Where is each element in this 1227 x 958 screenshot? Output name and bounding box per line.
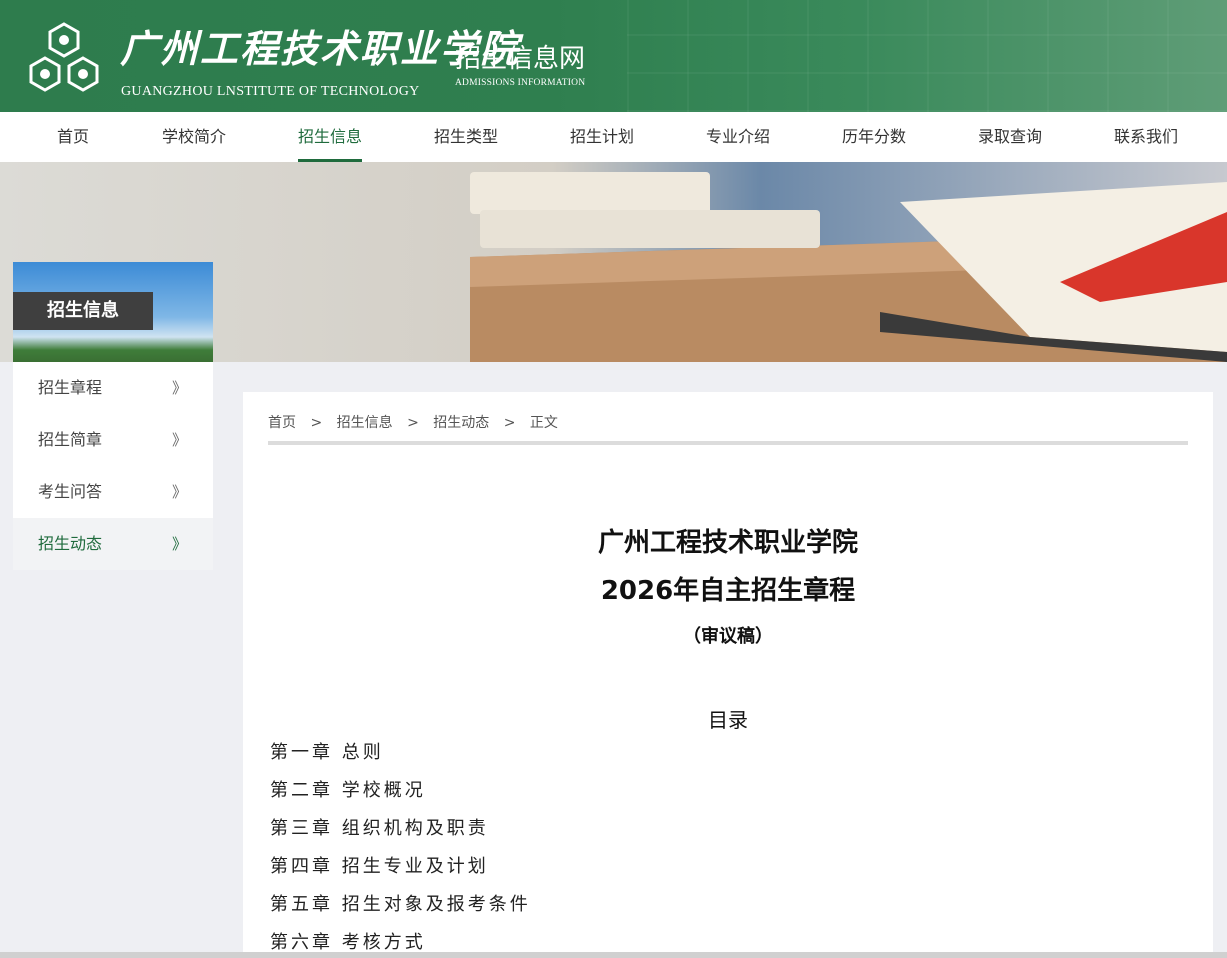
article-content: 首页 > 招生信息 > 招生动态 > 正文 广州工程技术职业学院 2026年自主… [243,392,1213,958]
horizontal-scrollbar[interactable] [0,952,1227,958]
sidebar-item-label: 招生动态 [38,534,103,553]
site-subtitle: ADMISSIONS INFORMATION [455,78,586,88]
nav-item-admission-plan[interactable]: 招生计划 [570,112,634,162]
breadcrumb-separator: > [503,415,516,431]
toc-item: 第三章 组织机构及职责 [270,818,489,839]
chevron-right-icon: 》 [171,535,187,553]
nav-item-about[interactable]: 学校简介 [162,112,226,162]
sidebar-item-faq[interactable]: 考生问答 》 [13,466,213,518]
breadcrumb-divider [268,441,1188,445]
breadcrumb-admission-news[interactable]: 招生动态 [433,415,489,431]
main-nav: 首页 学校简介 招生信息 招生类型 招生计划 专业介绍 历年分数 录取查询 联系… [0,112,1227,162]
sidebar-item-label: 招生章程 [38,378,103,397]
site-title: 招生信息网 [455,44,586,74]
nav-item-contact[interactable]: 联系我们 [1114,112,1178,162]
toc-item: 第四章 招生专业及计划 [270,856,489,877]
sidebar-item-label: 招生简章 [38,430,103,449]
article-draft-note: （审议稿） [683,626,773,647]
sidebar-item-admission-news[interactable]: 招生动态 》 [13,518,213,570]
breadcrumb-home[interactable]: 首页 [268,415,296,431]
toc-item: 第五章 招生对象及报考条件 [270,894,531,915]
sidebar-menu: 招生章程 》 招生简章 》 考生问答 》 招生动态 》 [13,362,213,570]
sidebar-title: 招生信息 [13,292,153,330]
breadcrumb-separator: > [407,415,419,431]
school-name-en: GUANGZHOU LNSTITUTE OF TECHNOLOGY [121,84,420,99]
chevron-right-icon: 》 [171,483,187,501]
nav-item-past-scores[interactable]: 历年分数 [842,112,906,162]
breadcrumb: 首页 > 招生信息 > 招生动态 > 正文 [268,412,568,432]
toc-title: 目录 [708,708,748,732]
table-of-contents: 第一章 总则 第二章 学校概况 第三章 组织机构及职责 第四章 招生专业及计划 … [270,738,531,958]
nav-item-admissions-info[interactable]: 招生信息 [298,112,363,162]
sidebar-header-image: 招生信息 [13,262,213,362]
breadcrumb-current: 正文 [529,415,558,431]
nav-item-home[interactable]: 首页 [57,112,89,162]
article-title: 广州工程技术职业学院 [597,528,858,558]
article-subtitle: 2026年自主招生章程 [600,576,856,606]
sidebar-item-admission-brochure[interactable]: 招生简章 》 [13,414,213,466]
site-header: 广州工程技术职业学院 GUANGZHOU LNSTITUTE OF TECHNO… [0,0,1227,112]
breadcrumb-separator: > [310,415,323,431]
sidebar-item-admission-charter[interactable]: 招生章程 》 [13,362,213,414]
toc-item: 第一章 总则 [270,742,384,763]
breadcrumb-admissions-info[interactable]: 招生信息 [337,415,393,431]
chevron-right-icon: 》 [171,431,187,449]
nav-item-admission-query[interactable]: 录取查询 [978,112,1042,162]
nav-item-majors[interactable]: 专业介绍 [706,112,770,162]
chevron-right-icon: 》 [171,379,187,397]
hexagon-logo-icon[interactable] [26,22,102,96]
sidebar-item-label: 考生问答 [38,482,103,501]
toc-item: 第二章 学校概况 [270,780,426,801]
nav-item-admission-types[interactable]: 招生类型 [434,112,498,162]
